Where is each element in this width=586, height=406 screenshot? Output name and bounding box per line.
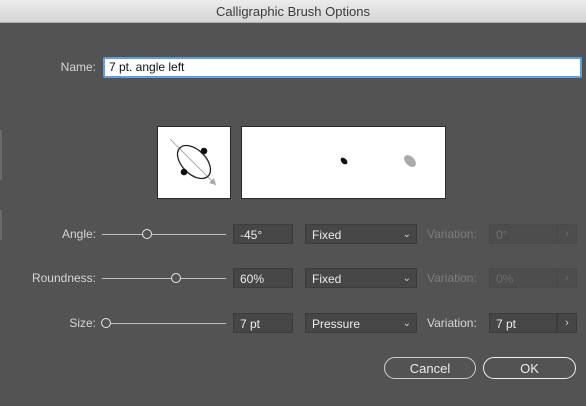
left-edge-mark — [0, 130, 2, 180]
name-label: Name: — [60, 60, 96, 74]
roundness-field[interactable]: 60% — [233, 268, 293, 288]
angle-roundness-preview[interactable] — [158, 127, 230, 198]
angle-variation-label: Variation: — [427, 227, 477, 241]
chevron-right-icon: › — [565, 272, 569, 284]
angle-slider-thumb[interactable] — [142, 229, 153, 239]
size-label: Size: — [69, 316, 96, 330]
angle-label: Angle: — [61, 227, 96, 241]
chevron-right-icon: › — [565, 317, 569, 329]
angle-mode-select[interactable]: Fixed ⌄ — [305, 224, 417, 244]
chevron-down-icon: ⌄ — [402, 318, 411, 329]
size-mode-select[interactable]: Pressure ⌄ — [305, 313, 417, 333]
title-bar: Calligraphic Brush Options — [0, 0, 586, 23]
angle-field[interactable]: -45° — [233, 224, 293, 244]
roundness-slider-track[interactable] — [102, 278, 226, 279]
ok-button[interactable]: OK — [483, 357, 576, 379]
angle-variation-field: 0° — [489, 224, 557, 244]
roundness-label: Roundness: — [31, 271, 96, 285]
chevron-down-icon: ⌄ — [402, 273, 411, 284]
angle-variation-step-button: › — [557, 224, 577, 244]
angle-slider-track[interactable] — [102, 234, 226, 235]
cancel-button[interactable]: Cancel — [384, 357, 476, 379]
chevron-right-icon: › — [565, 228, 569, 240]
name-input[interactable]: 7 pt. angle left — [103, 57, 582, 78]
angle-mode-value: Fixed — [312, 228, 342, 242]
roundness-variation-label: Variation: — [427, 271, 477, 285]
window-title: Calligraphic Brush Options — [216, 3, 370, 19]
angle-preview-box[interactable] — [157, 126, 231, 199]
size-variation-step-button[interactable]: › — [557, 313, 577, 333]
roundness-variation-field: 0% — [489, 268, 557, 288]
brush-preview — [340, 155, 416, 167]
roundness-slider-thumb[interactable] — [170, 273, 181, 283]
size-slider-track[interactable] — [102, 323, 226, 324]
chevron-down-icon: ⌄ — [402, 229, 411, 240]
size-variation-field[interactable]: 7 pt — [489, 313, 557, 333]
size-field[interactable]: 7 pt — [233, 313, 293, 333]
roundness-mode-value: Fixed — [312, 272, 342, 286]
roundness-variation-step-button: › — [557, 268, 577, 288]
brush-preview-box — [241, 126, 446, 199]
size-mode-value: Pressure — [312, 317, 361, 331]
roundness-mode-select[interactable]: Fixed ⌄ — [305, 268, 417, 288]
size-slider-thumb[interactable] — [101, 318, 111, 328]
left-edge-mark — [0, 210, 2, 240]
size-variation-label: Variation: — [427, 316, 477, 330]
